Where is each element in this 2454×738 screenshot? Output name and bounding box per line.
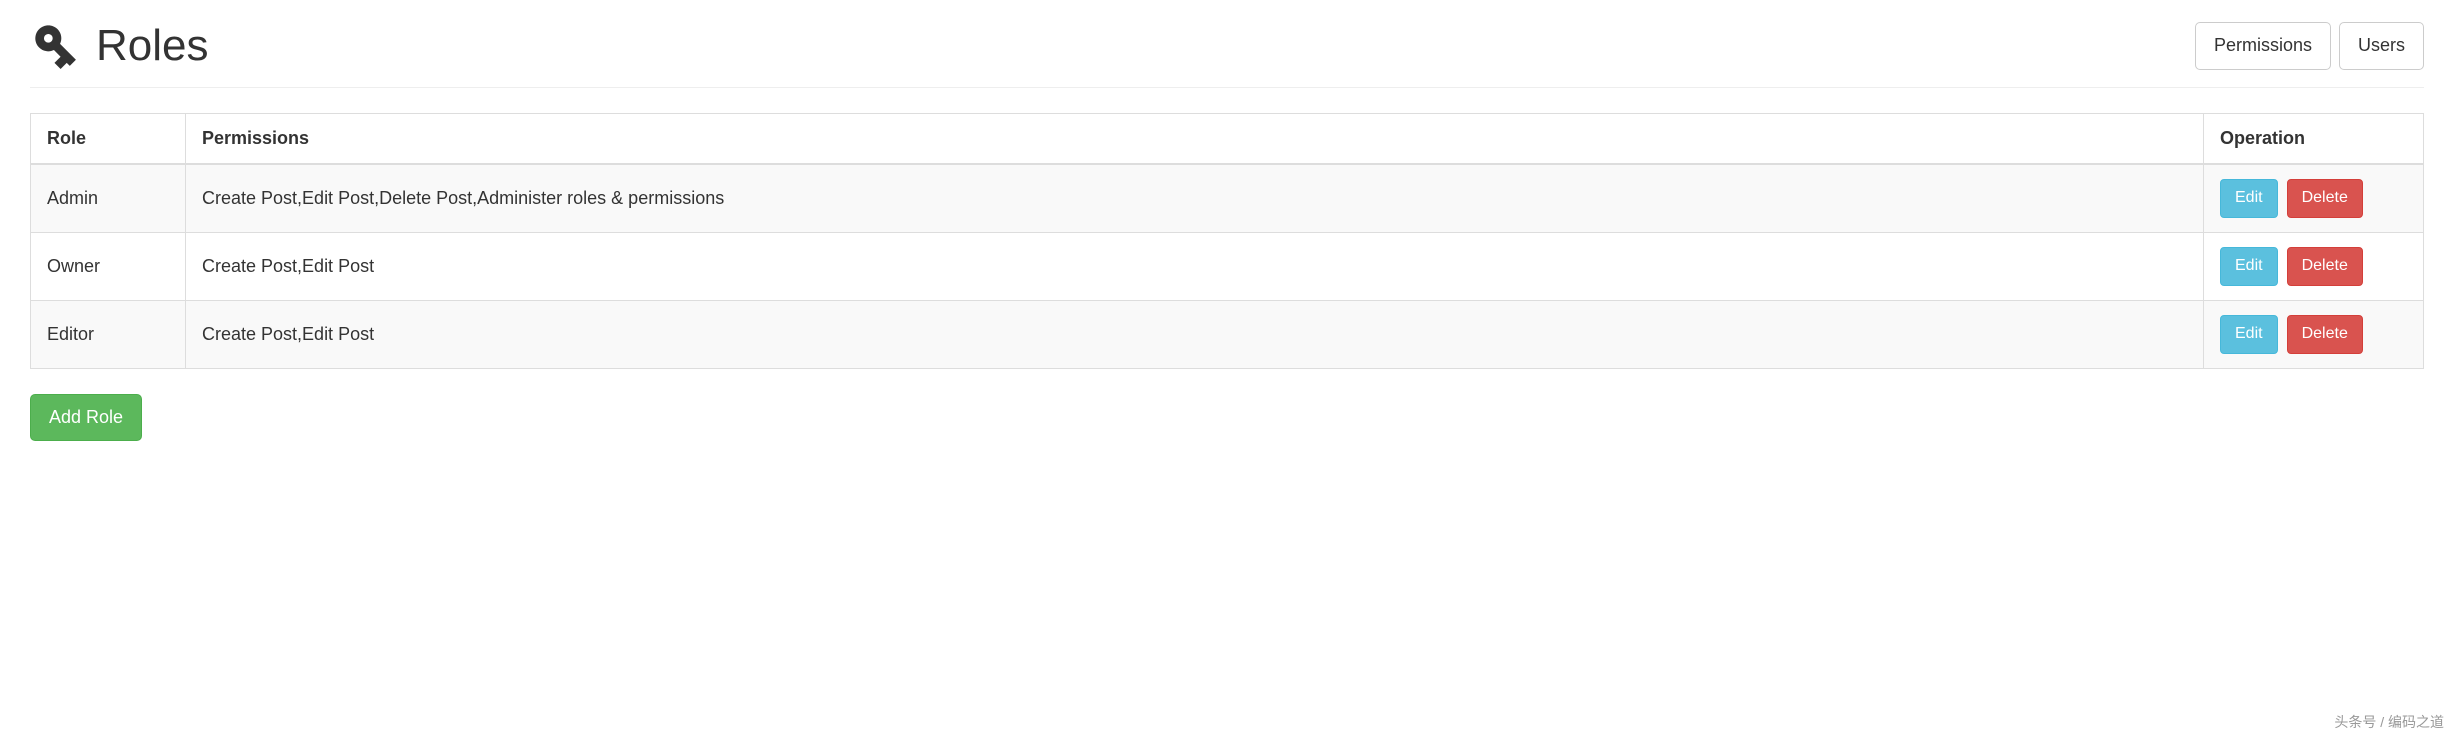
operation-cell: Edit Delete xyxy=(2204,232,2424,300)
edit-button[interactable]: Edit xyxy=(2220,247,2278,286)
permissions-button[interactable]: Permissions xyxy=(2195,22,2331,70)
page-title: Roles xyxy=(30,20,209,72)
table-header-row: Role Permissions Operation xyxy=(31,114,2424,165)
column-header-operation: Operation xyxy=(2204,114,2424,165)
operation-cell: Edit Delete xyxy=(2204,164,2424,232)
key-icon xyxy=(30,20,82,72)
footer-credit: 头条号 / 编码之道 xyxy=(2334,712,2444,732)
users-button[interactable]: Users xyxy=(2339,22,2424,70)
column-header-role: Role xyxy=(31,114,186,165)
role-cell: Admin xyxy=(31,164,186,232)
role-cell: Owner xyxy=(31,232,186,300)
role-cell: Editor xyxy=(31,300,186,368)
delete-button[interactable]: Delete xyxy=(2287,247,2363,286)
table-row: Editor Create Post,Edit Post Edit Delete xyxy=(31,300,2424,368)
permissions-cell: Create Post,Edit Post,Delete Post,Admini… xyxy=(186,164,2204,232)
delete-button[interactable]: Delete xyxy=(2287,179,2363,218)
edit-button[interactable]: Edit xyxy=(2220,315,2278,354)
delete-button[interactable]: Delete xyxy=(2287,315,2363,354)
page-header: Roles Permissions Users xyxy=(30,0,2424,88)
column-header-permissions: Permissions xyxy=(186,114,2204,165)
edit-button[interactable]: Edit xyxy=(2220,179,2278,218)
table-row: Admin Create Post,Edit Post,Delete Post,… xyxy=(31,164,2424,232)
table-row: Owner Create Post,Edit Post Edit Delete xyxy=(31,232,2424,300)
roles-table: Role Permissions Operation Admin Create … xyxy=(30,113,2424,369)
operation-cell: Edit Delete xyxy=(2204,300,2424,368)
header-buttons: Permissions Users xyxy=(2195,22,2424,70)
permissions-cell: Create Post,Edit Post xyxy=(186,300,2204,368)
permissions-cell: Create Post,Edit Post xyxy=(186,232,2204,300)
page-title-text: Roles xyxy=(96,21,209,71)
add-role-button[interactable]: Add Role xyxy=(30,394,142,442)
